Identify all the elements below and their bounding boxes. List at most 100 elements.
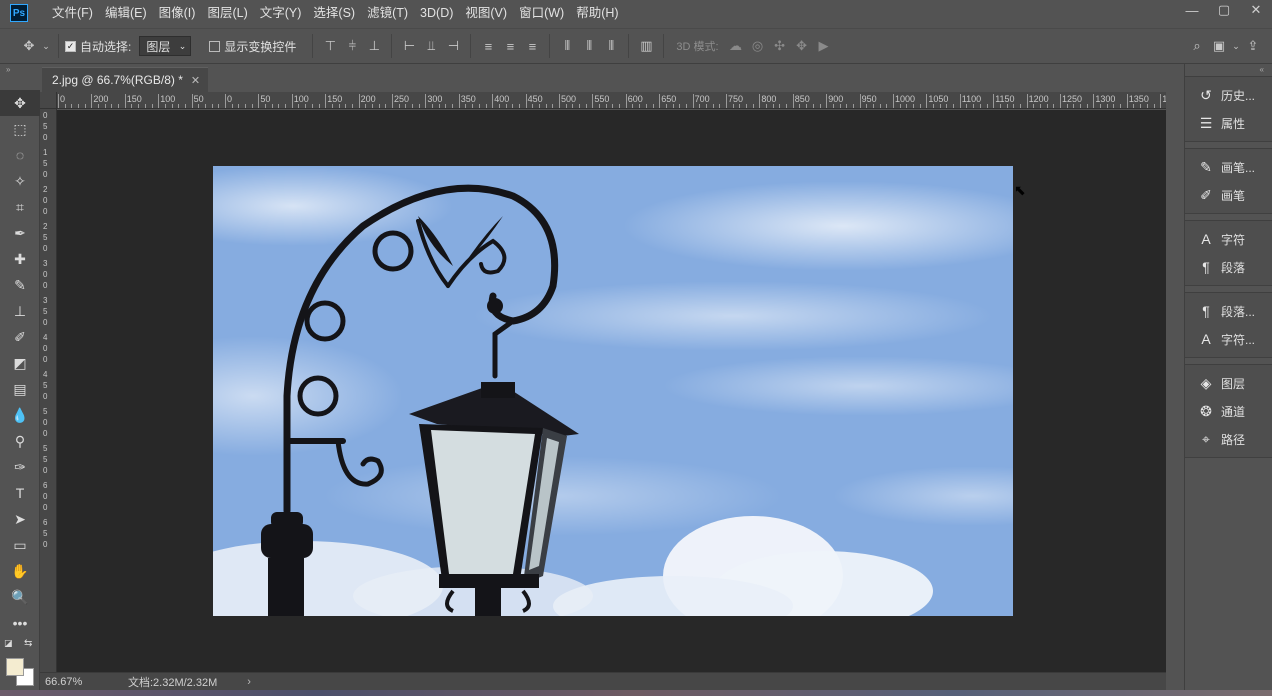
divider: [549, 34, 551, 58]
ruler-tick: [432, 104, 434, 108]
auto-select-checkbox[interactable]: ✓: [65, 40, 76, 52]
move-tool-icon[interactable]: ✥: [18, 35, 40, 57]
menu-3d[interactable]: 3D(D): [414, 0, 459, 26]
menu-layer[interactable]: 图层(L): [201, 0, 253, 26]
lasso-tool-icon[interactable]: ◌: [0, 142, 40, 168]
brush-tool-icon[interactable]: ✎: [0, 272, 40, 298]
history-brush-tool-icon[interactable]: ✐: [0, 324, 40, 350]
clone-stamp-tool-icon[interactable]: ⊥: [0, 298, 40, 324]
ruler-tick: [859, 94, 861, 108]
panel-item-paths[interactable]: ⌖ 路径: [1185, 425, 1272, 453]
align-bottom-icon[interactable]: ⊥: [363, 35, 385, 57]
3d-slide-icon[interactable]: ✥: [791, 35, 813, 57]
eyedropper-tool-icon[interactable]: ✒: [0, 220, 40, 246]
rectangle-tool-icon[interactable]: ▭: [0, 532, 40, 558]
zoom-tool-icon[interactable]: 🔍: [0, 584, 40, 610]
history-icon: ↺: [1200, 86, 1212, 103]
quick-select-tool-icon[interactable]: ✧: [0, 168, 40, 194]
3d-camera-icon[interactable]: ▶: [813, 35, 835, 57]
maximize-icon[interactable]: ▢: [1208, 0, 1240, 20]
align-top-icon[interactable]: ⊤: [319, 35, 341, 57]
align-left-icon[interactable]: ⊢: [398, 35, 420, 57]
foreground-color-swatch[interactable]: [6, 658, 24, 676]
path-selection-tool-icon[interactable]: ➤: [0, 506, 40, 532]
menu-filter[interactable]: 滤镜(T): [361, 0, 414, 26]
chevron-right-icon[interactable]: ›: [247, 676, 251, 688]
swap-colors-icon[interactable]: ⇆: [24, 638, 32, 649]
auto-align-icon[interactable]: ▥: [635, 35, 657, 57]
panel-item-history[interactable]: ↺ 历史...: [1185, 81, 1272, 109]
ruler-tick: [872, 104, 874, 108]
minimize-icon[interactable]: —: [1176, 0, 1208, 20]
zoom-level-field[interactable]: 66.67%: [40, 676, 90, 688]
distribute-hcenter-icon[interactable]: ⦀: [578, 35, 600, 57]
chevron-down-icon[interactable]: ⌄: [40, 35, 52, 57]
ruler-v-label: 0: [43, 344, 48, 353]
auto-select-target-dropdown[interactable]: 图层 ⌄: [139, 36, 192, 56]
align-right-icon[interactable]: ⊣: [442, 35, 464, 57]
panel-item-layers[interactable]: ◈ 图层: [1185, 369, 1272, 397]
menu-file[interactable]: 文件(F): [46, 0, 99, 26]
panel-item-properties[interactable]: ☰ 属性: [1185, 109, 1272, 137]
horizontal-ruler[interactable]: 0 200 150 100 50 0 50 100 150 200 250 300 350 400 450 5…: [57, 92, 1166, 109]
ruler-v-label: 5: [43, 444, 48, 453]
align-hcenter-icon[interactable]: ⫫: [420, 35, 442, 57]
eraser-tool-icon[interactable]: ◩: [0, 350, 40, 376]
distribute-left-icon[interactable]: ⦀: [556, 35, 578, 57]
3d-pan-icon[interactable]: ✣: [769, 35, 791, 57]
distribute-bottom-icon[interactable]: ≡: [521, 35, 543, 57]
menu-help[interactable]: 帮助(H): [570, 0, 624, 26]
menu-window[interactable]: 窗口(W): [513, 0, 570, 26]
move-tool-icon[interactable]: ✥: [0, 90, 40, 116]
distribute-top-icon[interactable]: ≡: [477, 35, 499, 57]
vertical-ruler[interactable]: 0 5 0 1 5 0 2 0 0 2 5 0 3 0 0 3 5 0 4 0 0 4 5 0 5 0 0 5 5 0 6 0 0 6 5 0: [40, 109, 57, 672]
more-tools-icon[interactable]: •••: [0, 610, 40, 636]
marquee-tool-icon[interactable]: ⬚: [0, 116, 40, 142]
search-icon[interactable]: ⌕: [1186, 35, 1208, 57]
ruler-tick: [465, 104, 467, 108]
document-tab[interactable]: 2.jpg @ 66.7%(RGB/8) * ✕: [42, 67, 208, 92]
panel-item-label: 画笔: [1221, 188, 1246, 203]
workspace-icon[interactable]: ▣: [1208, 35, 1230, 57]
menu-view[interactable]: 视图(V): [459, 0, 513, 26]
document-image[interactable]: [213, 166, 1013, 616]
gradient-tool-icon[interactable]: ▤: [0, 376, 40, 402]
share-icon[interactable]: ⇪: [1242, 35, 1264, 57]
3d-orbit-icon[interactable]: ☁: [725, 35, 747, 57]
ruler-tick: [144, 104, 146, 108]
dodge-tool-icon[interactable]: ⚲: [0, 428, 40, 454]
show-transform-checkbox[interactable]: [209, 40, 221, 52]
distribute-vcenter-icon[interactable]: ≡: [499, 35, 521, 57]
blur-tool-icon[interactable]: 💧: [0, 402, 40, 428]
panel-item-brush-settings[interactable]: ✎ 画笔...: [1185, 153, 1272, 181]
toolbox-collapse-icon[interactable]: »: [0, 64, 40, 76]
dock-collapse-icon[interactable]: «: [1185, 64, 1272, 76]
panel-item-paragraph[interactable]: ¶ 段落: [1185, 253, 1272, 281]
panel-item-channels[interactable]: ❂ 通道: [1185, 397, 1272, 425]
pen-tool-icon[interactable]: ✑: [0, 454, 40, 480]
menu-select[interactable]: 选择(S): [307, 0, 361, 26]
healing-brush-tool-icon[interactable]: ✚: [0, 246, 40, 272]
menu-edit[interactable]: 编辑(E): [99, 0, 153, 26]
menu-image[interactable]: 图像(I): [153, 0, 202, 26]
ruler-tick: [893, 94, 894, 108]
menu-type[interactable]: 文字(Y): [254, 0, 308, 26]
type-tool-icon[interactable]: T: [0, 480, 40, 506]
panel-group: ✎ 画笔... ✐ 画笔: [1185, 148, 1272, 214]
ruler-tick: [1080, 104, 1082, 108]
hand-tool-icon[interactable]: ✋: [0, 558, 40, 584]
align-vcenter-icon[interactable]: ⫩: [341, 35, 363, 57]
close-icon[interactable]: ✕: [1240, 0, 1272, 20]
panel-item-brush[interactable]: ✐ 画笔: [1185, 181, 1272, 209]
chevron-down-icon[interactable]: ⌄: [1230, 35, 1242, 57]
panel-item-character-styles[interactable]: A 字符...: [1185, 325, 1272, 353]
close-icon[interactable]: ✕: [191, 74, 200, 87]
default-colors-icon[interactable]: ◪: [4, 638, 13, 649]
panel-item-character[interactable]: A 字符: [1185, 225, 1272, 253]
panel-item-paragraph-styles[interactable]: ¶ 段落...: [1185, 297, 1272, 325]
panel-item-label: 通道: [1221, 404, 1246, 419]
distribute-right-icon[interactable]: ⦀: [600, 35, 622, 57]
canvas-area[interactable]: ⬉: [57, 110, 1166, 672]
3d-roll-icon[interactable]: ◎: [747, 35, 769, 57]
crop-tool-icon[interactable]: ⌗: [0, 194, 40, 220]
